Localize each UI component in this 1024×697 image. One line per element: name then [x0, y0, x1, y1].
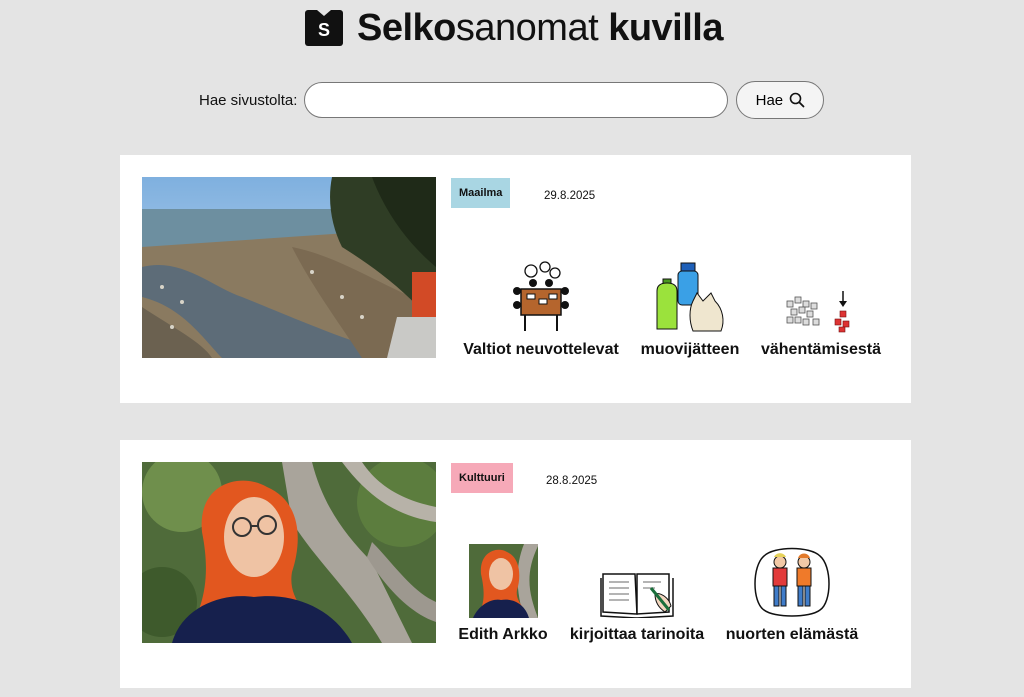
symbol-word-label: vähentämisestä — [760, 341, 882, 358]
category-label: Kulttuuri — [459, 472, 505, 484]
symbol-word-label: kirjoittaa tarinoita — [569, 626, 705, 643]
site-title: Selkosanomat kuvilla — [357, 8, 723, 48]
category-label: Maailma — [459, 187, 503, 199]
logo-mark-icon: S — [305, 10, 343, 46]
category-badge[interactable]: Maailma — [451, 178, 511, 208]
search-bar: Hae sivustolta: Hae — [199, 80, 825, 120]
symbol-word: Edith Arkko — [453, 544, 553, 644]
youth-icon — [754, 544, 830, 618]
search-input[interactable] — [304, 82, 729, 118]
logo-letter: S — [317, 19, 330, 40]
article-photo-beach[interactable] — [142, 177, 436, 358]
category-badge[interactable]: Kulttuuri — [451, 463, 513, 493]
symbol-word: Valtiot neuvottelevat — [458, 259, 624, 359]
plastic-waste-icon — [653, 259, 727, 333]
writing-book-icon — [599, 544, 675, 618]
site-title-suffix: kuvilla — [608, 7, 723, 49]
symbol-word-label: Valtiot neuvottelevat — [463, 341, 619, 358]
search-icon — [789, 92, 805, 108]
symbol-word: vähentämisestä — [754, 259, 888, 359]
search-button[interactable]: Hae — [736, 81, 825, 119]
article-photo-portrait[interactable] — [142, 462, 436, 643]
symbol-word-label: nuorten elämästä — [725, 626, 859, 643]
site-title-regular: sanomat — [455, 7, 599, 49]
reduce-icon — [785, 259, 857, 333]
article-card[interactable]: Kulttuuri 28.8.2025 Edith Arkko kirjoitt… — [120, 440, 911, 688]
symbol-word-label: Edith Arkko — [458, 626, 548, 643]
symbol-word: nuorten elämästä — [720, 544, 864, 644]
person-photo-icon — [468, 544, 538, 618]
symbol-word: kirjoittaa tarinoita — [562, 544, 712, 644]
site-title-bold: Selko — [357, 7, 456, 49]
article-date: 29.8.2025 — [544, 190, 596, 202]
article-card[interactable]: Maailma 29.8.2025 Valtiot neuvottelevat … — [120, 155, 911, 403]
symbol-word-label: muovijätteen — [640, 341, 740, 358]
site-logo[interactable]: S Selkosanomat kuvilla — [305, 8, 723, 48]
negotiation-table-icon — [509, 259, 573, 333]
article-date: 28.8.2025 — [546, 475, 598, 487]
search-button-label: Hae — [755, 91, 784, 109]
symbol-word: muovijätteen — [634, 259, 746, 359]
search-label: Hae sivustolta: — [199, 91, 298, 109]
